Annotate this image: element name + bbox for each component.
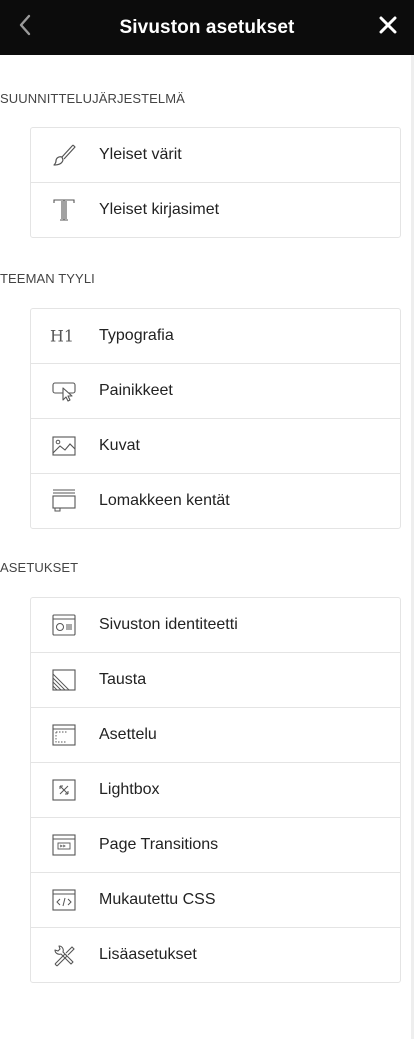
identity-icon xyxy=(50,611,78,639)
section-label: SUUNNITTELUJÄRJESTELMÄ xyxy=(0,91,185,106)
background-icon xyxy=(50,666,78,694)
menu-item-label: Mukautettu CSS xyxy=(99,891,216,908)
menu-item-form-fields[interactable]: Lomakkeen kentät xyxy=(31,473,400,528)
menu-item-images[interactable]: Kuvat xyxy=(31,418,400,473)
image-icon xyxy=(50,432,78,460)
page-transitions-icon xyxy=(50,831,78,859)
back-button[interactable] xyxy=(18,0,58,55)
menu-item-label: Sivuston identiteetti xyxy=(99,616,238,633)
menu-item-global-colors[interactable]: Yleiset värit xyxy=(31,128,400,182)
close-button[interactable] xyxy=(368,0,408,55)
section-theme-style: TEEMAN TYYLI H1 Typografia Painikkeet Ku… xyxy=(0,238,414,529)
menu-item-typography[interactable]: H1 Typografia xyxy=(31,309,400,363)
menu-item-site-identity[interactable]: Sivuston identiteetti xyxy=(31,598,400,652)
typeface-icon xyxy=(50,196,78,224)
menu-item-label: Lomakkeen kentät xyxy=(99,492,230,509)
form-field-icon xyxy=(50,487,78,515)
button-cursor-icon xyxy=(50,377,78,405)
layout-icon xyxy=(50,721,78,749)
section-design-system: SUUNNITTELUJÄRJESTELMÄ Yleiset värit Yle… xyxy=(0,55,414,238)
menu-item-global-fonts[interactable]: Yleiset kirjasimet xyxy=(31,182,400,237)
panel-header: Sivuston asetukset xyxy=(0,0,414,55)
menu-item-layout[interactable]: Asettelu xyxy=(31,707,400,762)
menu-item-lightbox[interactable]: Lightbox xyxy=(31,762,400,817)
menu-item-label: Lisäasetukset xyxy=(99,946,197,963)
menu-item-label: Kuvat xyxy=(99,437,140,454)
brush-icon xyxy=(50,141,78,169)
menu-item-label: Yleiset kirjasimet xyxy=(99,201,220,218)
menu-item-label: Asettelu xyxy=(99,726,157,743)
lightbox-icon xyxy=(50,776,78,804)
close-icon xyxy=(378,15,398,40)
menu-item-label: Page Transitions xyxy=(99,836,219,853)
settings-group: Yleiset värit Yleiset kirjasimet xyxy=(30,127,401,238)
menu-item-label: Typografia xyxy=(99,327,174,344)
tools-icon xyxy=(50,941,78,969)
menu-item-advanced-settings[interactable]: Lisäasetukset xyxy=(31,927,400,982)
svg-text:H1: H1 xyxy=(50,327,74,346)
h1-icon: H1 xyxy=(50,322,78,350)
menu-item-page-transitions[interactable]: Page Transitions xyxy=(31,817,400,872)
site-settings-panel: Sivuston asetukset SUUNNITTELUJÄRJESTELM… xyxy=(0,0,414,1039)
section-label: ASETUKSET xyxy=(0,560,79,575)
menu-item-background[interactable]: Tausta xyxy=(31,652,400,707)
panel-title: Sivuston asetukset xyxy=(119,16,295,38)
section-settings: ASETUKSET Sivuston identiteetti Tausta A… xyxy=(0,529,414,983)
menu-item-label: Tausta xyxy=(99,671,147,688)
menu-item-custom-css[interactable]: Mukautettu CSS xyxy=(31,872,400,927)
menu-item-label: Yleiset värit xyxy=(99,146,182,163)
chevron-left-icon xyxy=(18,14,32,41)
menu-item-label: Lightbox xyxy=(99,781,160,798)
settings-group: Sivuston identiteetti Tausta Asettelu Li… xyxy=(30,597,401,983)
menu-item-label: Painikkeet xyxy=(99,382,173,399)
code-icon xyxy=(50,886,78,914)
section-label: TEEMAN TYYLI xyxy=(0,271,95,286)
settings-group: H1 Typografia Painikkeet Kuvat Lomakkeen… xyxy=(30,308,401,529)
menu-item-buttons[interactable]: Painikkeet xyxy=(31,363,400,418)
